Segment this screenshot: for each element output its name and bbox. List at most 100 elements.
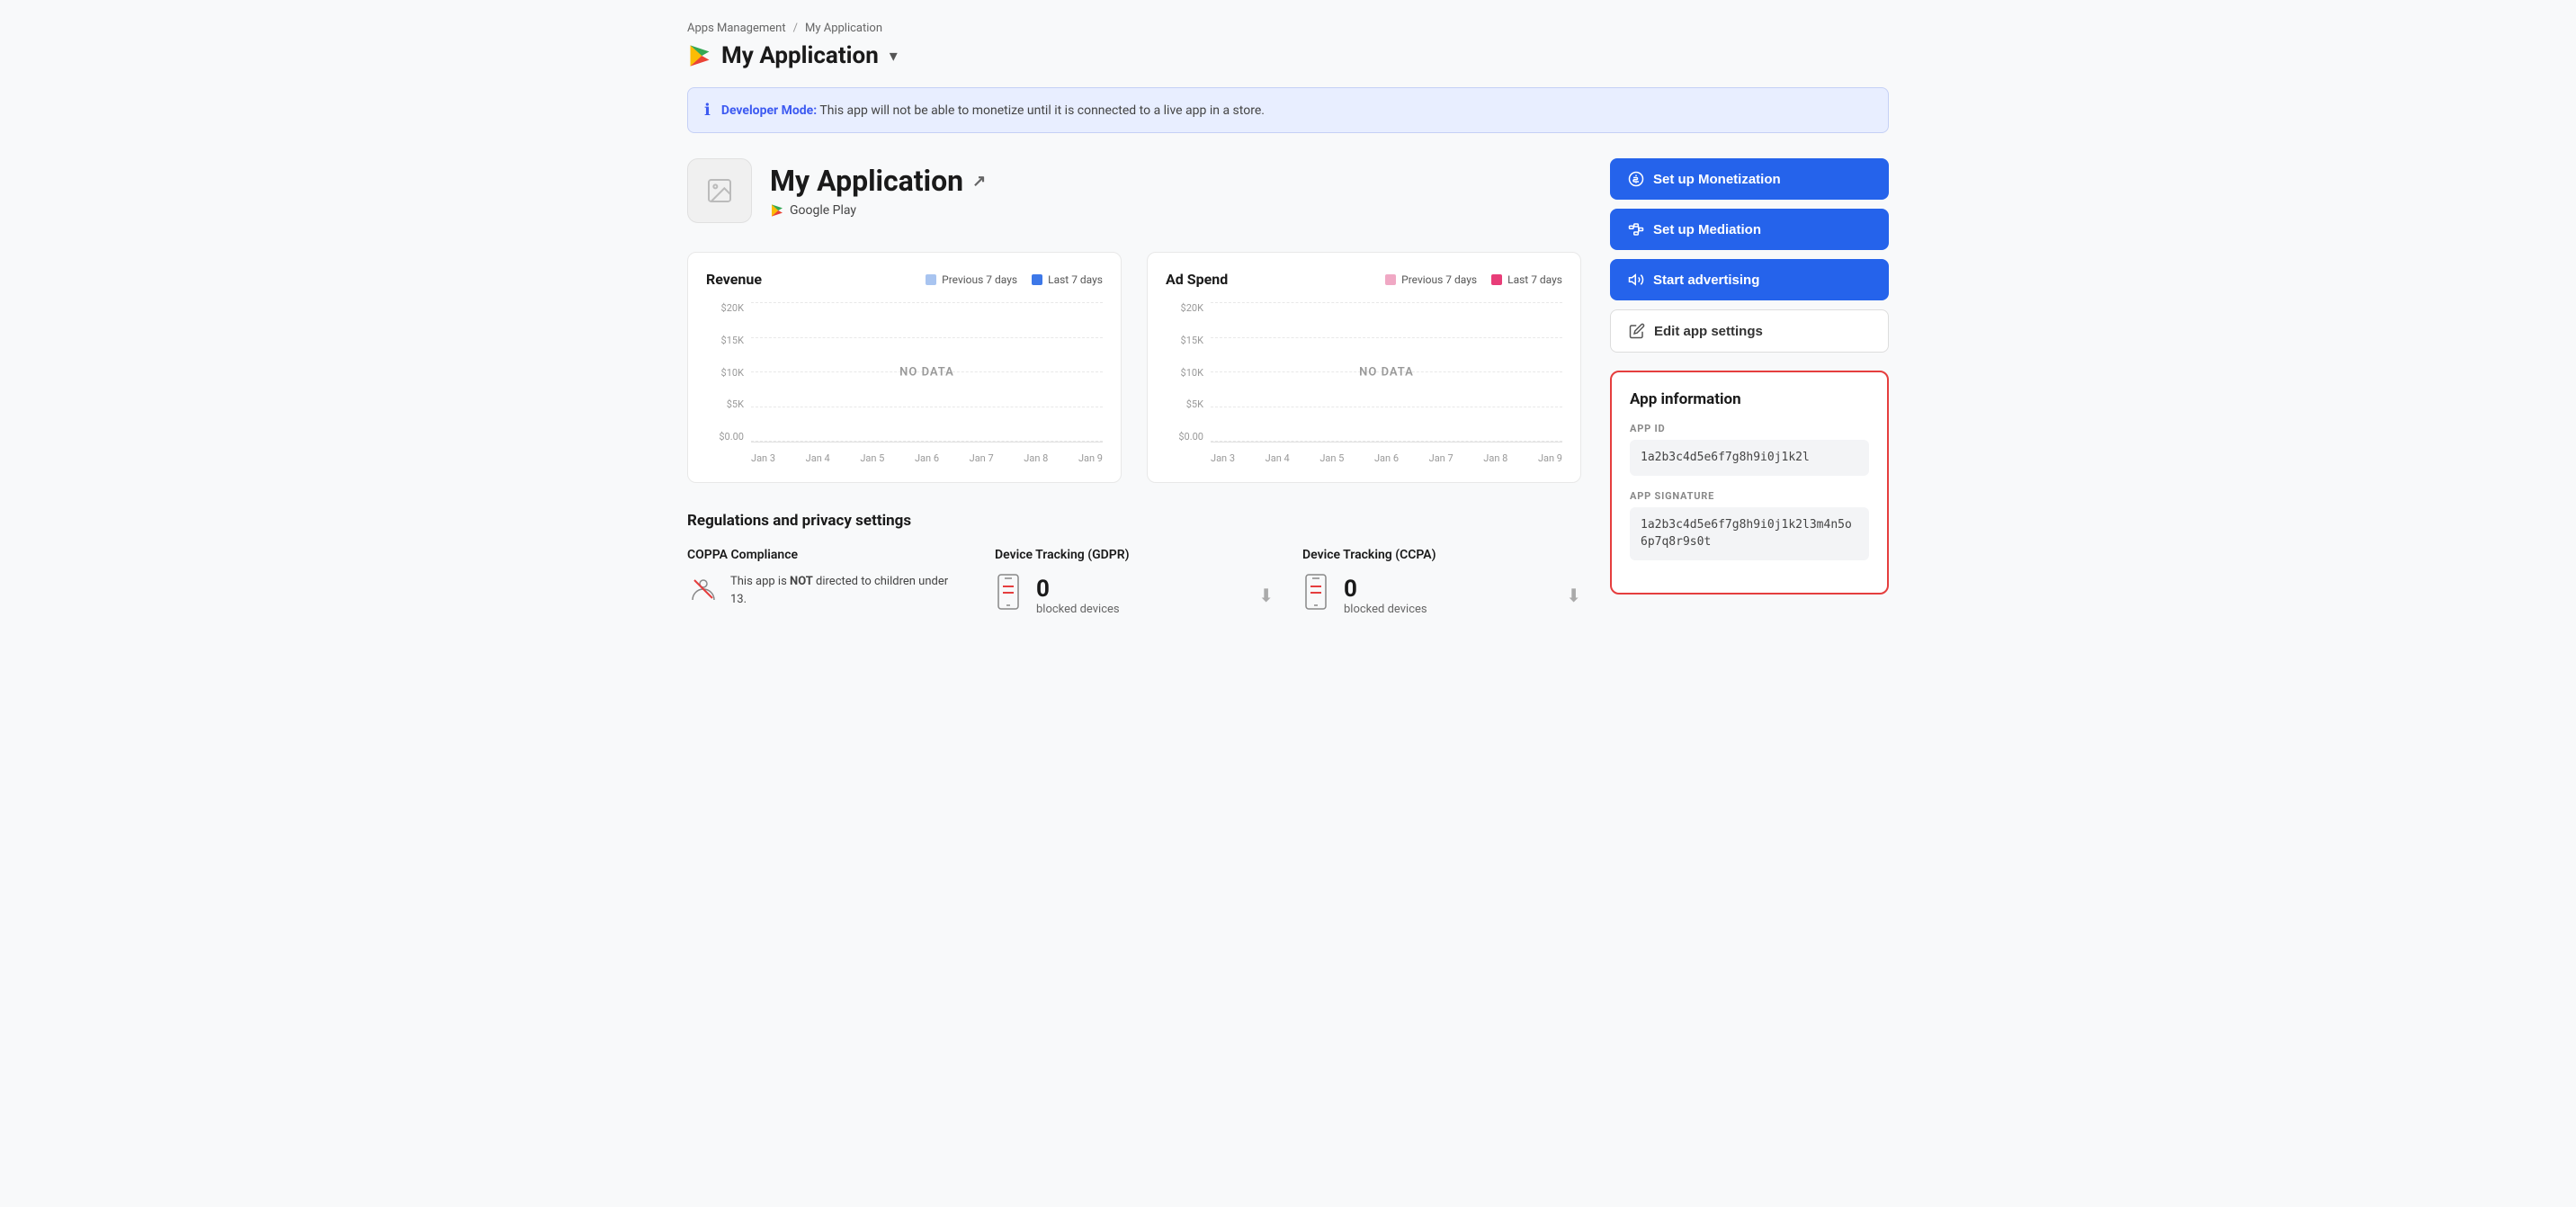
- external-link-icon[interactable]: ↗: [972, 172, 986, 191]
- app-info-card: My Application ↗ Google Play: [687, 158, 1581, 223]
- adspend-y-label-1: $15K: [1166, 335, 1203, 346]
- adspend-chart-card: Ad Spend Previous 7 days Last 7 days: [1147, 252, 1581, 483]
- coppa-title: COPPA Compliance: [687, 548, 966, 562]
- revenue-x-3: Jan 6: [915, 452, 939, 464]
- google-play-icon: [687, 43, 712, 68]
- adspend-chart-body: $20K $15K $10K $5K $0.00: [1166, 302, 1562, 464]
- adspend-x-5: Jan 8: [1483, 452, 1507, 464]
- revenue-no-data: NO DATA: [899, 365, 954, 379]
- adspend-legend-last: Last 7 days: [1491, 273, 1562, 286]
- start-advertising-label: Start advertising: [1653, 273, 1759, 288]
- start-advertising-button[interactable]: Start advertising: [1610, 259, 1889, 300]
- revenue-x-1: Jan 4: [806, 452, 830, 464]
- adspend-x-labels: Jan 3 Jan 4 Jan 5 Jan 6 Jan 7 Jan 8 Jan …: [1211, 452, 1562, 464]
- coppa-text: This app is NOT directed to children und…: [730, 573, 966, 608]
- adspend-chart-header: Ad Spend Previous 7 days Last 7 days: [1166, 271, 1562, 288]
- revenue-y-label-4: $0.00: [706, 431, 744, 443]
- revenue-plot-area: NO DATA: [751, 302, 1103, 443]
- breadcrumb-current: My Application: [805, 22, 882, 35]
- adspend-grid-line: [1211, 302, 1562, 303]
- coppa-icon: [687, 573, 720, 605]
- adspend-x-2: Jan 5: [1319, 452, 1344, 464]
- adspend-last-label: Last 7 days: [1507, 273, 1562, 286]
- regulations-grid: COPPA Compliance This app is NOT directe…: [687, 548, 1581, 618]
- revenue-legend-last: Last 7 days: [1032, 273, 1103, 286]
- revenue-y-labels: $20K $15K $10K $5K $0.00: [706, 302, 744, 443]
- adspend-last-dot: [1491, 274, 1502, 285]
- revenue-prev-label: Previous 7 days: [942, 273, 1017, 286]
- coppa-content: This app is NOT directed to children und…: [687, 573, 966, 608]
- regulations-section: Regulations and privacy settings COPPA C…: [687, 512, 1581, 618]
- adspend-legend: Previous 7 days Last 7 days: [1385, 273, 1562, 286]
- coppa-item: COPPA Compliance This app is NOT directe…: [687, 548, 966, 618]
- revenue-y-label-1: $15K: [706, 335, 744, 346]
- adspend-x-0: Jan 3: [1211, 452, 1235, 464]
- adspend-y-label-3: $5K: [1166, 398, 1203, 410]
- gdpr-content: 0 blocked devices ⬇: [995, 573, 1274, 618]
- adspend-y-labels: $20K $15K $10K $5K $0.00: [1166, 302, 1203, 443]
- gdpr-download-icon[interactable]: ⬇: [1258, 585, 1274, 606]
- edit-app-settings-button[interactable]: Edit app settings: [1610, 309, 1889, 353]
- left-content: My Application ↗ Google Play: [687, 158, 1581, 618]
- app-id-label: APP ID: [1630, 423, 1869, 434]
- sidebar-buttons: Set up Monetization Set up Mediation: [1610, 158, 1889, 353]
- app-icon: [687, 158, 752, 223]
- app-store-badge: Google Play: [770, 203, 986, 218]
- revenue-legend-prev: Previous 7 days: [926, 273, 1017, 286]
- ccpa-count-block: 0 blocked devices: [1344, 576, 1427, 616]
- app-signature-field: APP SIGNATURE 1a2b3c4d5e6f7g8h9i0j1k2l3m…: [1630, 490, 1869, 560]
- main-content: My Application ↗ Google Play: [687, 158, 1889, 618]
- dev-mode-text: Developer Mode: This app will not be abl…: [721, 103, 1265, 118]
- edit-icon: [1629, 323, 1645, 339]
- breadcrumb-separator: /: [793, 22, 798, 35]
- adspend-legend-prev: Previous 7 days: [1385, 273, 1477, 286]
- app-details: My Application ↗ Google Play: [770, 164, 986, 218]
- revenue-x-0: Jan 3: [751, 452, 775, 464]
- edit-app-settings-label: Edit app settings: [1654, 324, 1763, 339]
- page-title: My Application: [721, 42, 879, 69]
- gdpr-count: 0: [1036, 576, 1120, 603]
- setup-mediation-button[interactable]: Set up Mediation: [1610, 209, 1889, 250]
- revenue-x-6: Jan 9: [1078, 452, 1103, 464]
- adspend-y-label-0: $20K: [1166, 302, 1203, 314]
- revenue-x-2: Jan 5: [860, 452, 884, 464]
- app-information-box: App information APP ID 1a2b3c4d5e6f7g8h9…: [1610, 371, 1889, 595]
- adspend-x-1: Jan 4: [1266, 452, 1290, 464]
- ccpa-content: 0 blocked devices ⬇: [1302, 573, 1581, 618]
- ccpa-download-icon[interactable]: ⬇: [1566, 585, 1581, 606]
- regulations-title: Regulations and privacy settings: [687, 512, 1581, 530]
- app-store-name: Google Play: [790, 203, 856, 218]
- revenue-chart-body: $20K $15K $10K $5K $0.00: [706, 302, 1103, 464]
- setup-mediation-label: Set up Mediation: [1653, 222, 1761, 237]
- adspend-x-6: Jan 9: [1538, 452, 1562, 464]
- revenue-last-label: Last 7 days: [1048, 273, 1103, 286]
- revenue-x-labels: Jan 3 Jan 4 Jan 5 Jan 6 Jan 7 Jan 8 Jan …: [751, 452, 1103, 464]
- gdpr-title: Device Tracking (GDPR): [995, 548, 1274, 562]
- gdpr-count-block: 0 blocked devices: [1036, 576, 1120, 616]
- revenue-chart-header: Revenue Previous 7 days Last 7 days: [706, 271, 1103, 288]
- setup-monetization-button[interactable]: Set up Monetization: [1610, 158, 1889, 200]
- revenue-grid-line: [751, 441, 1103, 442]
- adspend-y-label-2: $10K: [1166, 367, 1203, 379]
- app-signature-value: 1a2b3c4d5e6f7g8h9i0j1k2l3m4n5o6p7q8r9s0t: [1630, 507, 1869, 560]
- google-play-small-icon: [770, 203, 784, 218]
- app-signature-label: APP SIGNATURE: [1630, 490, 1869, 502]
- title-dropdown-chevron[interactable]: ▾: [890, 47, 898, 66]
- right-sidebar: Set up Monetization Set up Mediation: [1610, 158, 1889, 618]
- revenue-last-dot: [1032, 274, 1042, 285]
- app-id-field: APP ID 1a2b3c4d5e6f7g8h9i0j1k2l: [1630, 423, 1869, 476]
- revenue-y-label-2: $10K: [706, 367, 744, 379]
- breadcrumb-parent[interactable]: Apps Management: [687, 22, 786, 35]
- charts-section: Revenue Previous 7 days Last 7 days: [687, 252, 1581, 483]
- adspend-chart-title: Ad Spend: [1166, 271, 1228, 288]
- adspend-prev-dot: [1385, 274, 1396, 285]
- revenue-y-label-0: $20K: [706, 302, 744, 314]
- revenue-grid-line: [751, 337, 1103, 338]
- gdpr-phone-icon: [995, 573, 1022, 618]
- gdpr-label: blocked devices: [1036, 603, 1120, 616]
- breadcrumb: Apps Management / My Application: [687, 22, 1889, 35]
- ccpa-item: Device Tracking (CCPA) 0: [1302, 548, 1581, 618]
- adspend-prev-label: Previous 7 days: [1401, 273, 1477, 286]
- advertising-icon: [1628, 272, 1644, 288]
- setup-monetization-label: Set up Monetization: [1653, 172, 1781, 187]
